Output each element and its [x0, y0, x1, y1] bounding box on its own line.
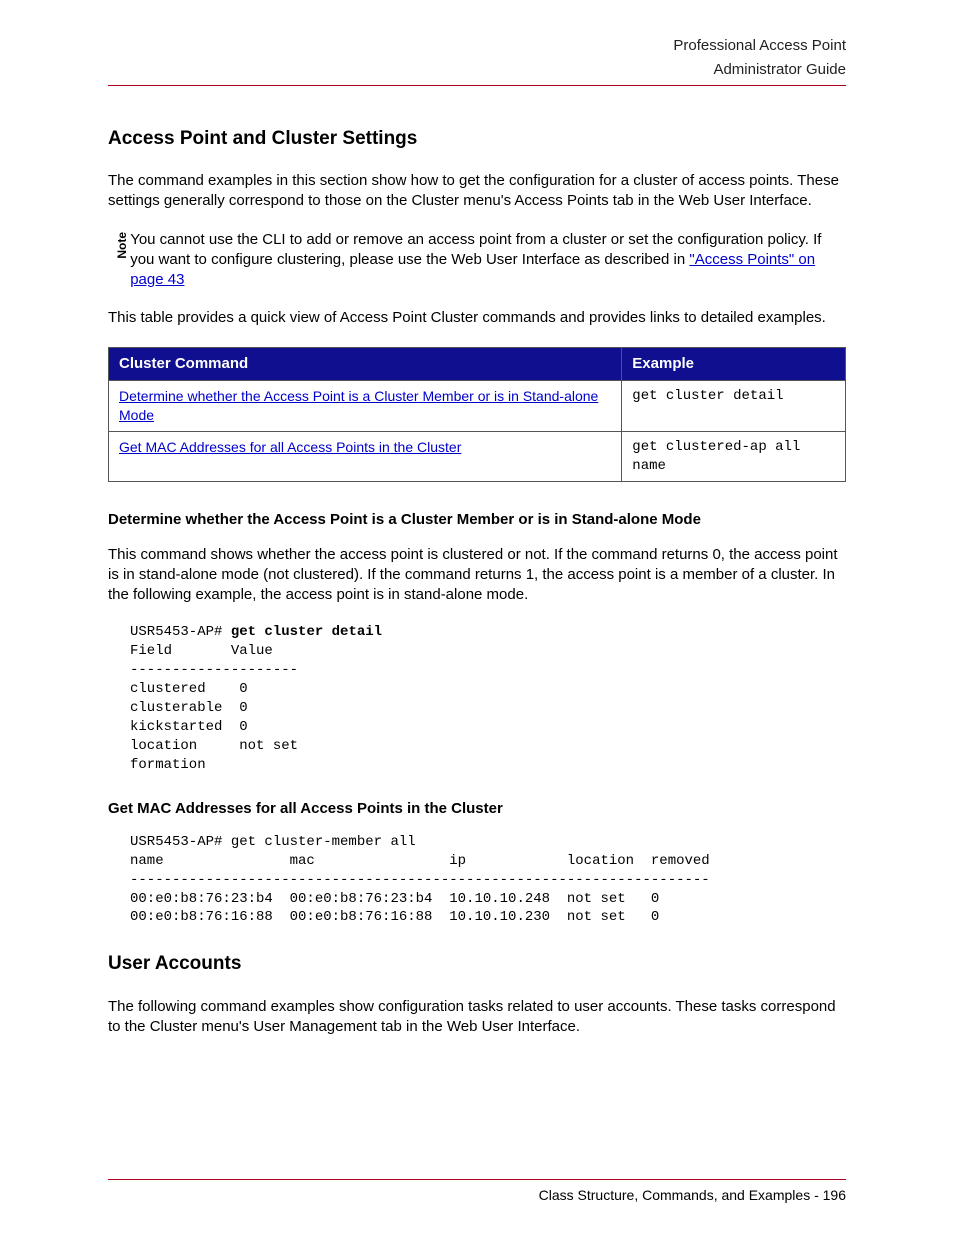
section-intro: The command examples in this section sho…	[108, 171, 846, 212]
terminal-output-2: USR5453-AP# get cluster-member all name …	[130, 833, 846, 927]
th-example: Example	[622, 347, 846, 380]
subsection-title-mac: Get MAC Addresses for all Access Points …	[108, 799, 846, 819]
note-text: You cannot use the CLI to add or remove …	[130, 230, 846, 291]
note-label: Note	[108, 232, 130, 259]
subsection-desc: This command shows whether the access po…	[108, 545, 846, 606]
section-title-cluster: Access Point and Cluster Settings	[108, 126, 846, 152]
section-title-user-accounts: User Accounts	[108, 951, 846, 977]
page-footer: Class Structure, Commands, and Examples …	[108, 1179, 846, 1205]
output: Field Value -------------------- cluster…	[130, 643, 298, 772]
example-cell: get cluster detail	[622, 380, 846, 431]
prompt: USR5453-AP#	[130, 624, 231, 640]
doc-header-line2: Administrator Guide	[108, 60, 846, 80]
table-intro: This table provides a quick view of Acce…	[108, 308, 846, 328]
header-rule	[108, 85, 846, 86]
example-cell: get clustered-ap all name	[622, 431, 846, 482]
cluster-command-table: Cluster Command Example Determine whethe…	[108, 347, 846, 483]
subsection-title-determine: Determine whether the Access Point is a …	[108, 510, 846, 530]
table-row: Get MAC Addresses for all Access Points …	[109, 431, 846, 482]
command: get cluster detail	[231, 624, 382, 640]
section2-intro: The following command examples show conf…	[108, 997, 846, 1038]
th-cluster-command: Cluster Command	[109, 347, 622, 380]
doc-header-line1: Professional Access Point	[108, 36, 846, 56]
link-determine-cluster-member[interactable]: Determine whether the Access Point is a …	[119, 388, 598, 423]
table-row: Determine whether the Access Point is a …	[109, 380, 846, 431]
footer-text: Class Structure, Commands, and Examples …	[108, 1186, 846, 1205]
note-block: Note You cannot use the CLI to add or re…	[108, 230, 846, 291]
terminal-output-1: USR5453-AP# get cluster detail Field Val…	[130, 623, 846, 774]
link-get-mac-addresses[interactable]: Get MAC Addresses for all Access Points …	[119, 439, 461, 455]
footer-rule	[108, 1179, 846, 1180]
